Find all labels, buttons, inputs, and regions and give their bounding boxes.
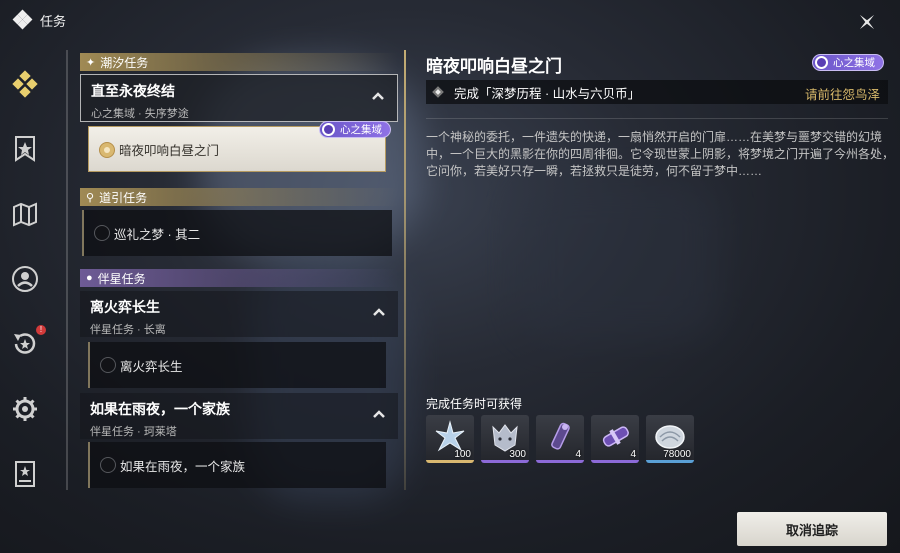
rarity-bar xyxy=(536,460,584,463)
reward-count: 300 xyxy=(509,449,526,460)
reward-item[interactable]: 78000 xyxy=(646,415,694,463)
reward-count: 100 xyxy=(454,449,471,460)
task-label: 巡礼之梦 · 其二 xyxy=(114,227,201,242)
region-tag: 心之集域 xyxy=(319,121,391,138)
objective-diamond-icon xyxy=(432,86,444,98)
sidebar-item-main-story[interactable] xyxy=(6,130,44,168)
sidebar-item-daily[interactable]: ! xyxy=(6,325,46,363)
sparkle-icon: ✦ xyxy=(86,56,96,69)
swirl-icon xyxy=(322,123,335,136)
cancel-tracking-button[interactable]: 取消追踪 xyxy=(737,512,887,546)
quest-group-li-huo[interactable]: 离火弈长生 伴星任务 · 长离 xyxy=(80,291,398,337)
sidebar-item-map[interactable] xyxy=(6,195,44,233)
group-title: 如果在雨夜，一个家族 xyxy=(90,401,230,417)
tube-material-icon xyxy=(551,422,570,450)
chevron-up-icon[interactable] xyxy=(372,407,386,421)
group-subtitle: 心之集域 · 失序梦途 xyxy=(91,108,189,120)
objective-row[interactable]: 完成「深梦历程 · 山水与六贝币」 请前往怨鸟泽 xyxy=(426,80,888,104)
task-item-selected[interactable]: 暗夜叩响白昼之门 心之集域 xyxy=(88,121,391,172)
group-subtitle: 伴星任务 · 珂莱塔 xyxy=(90,426,177,438)
rarity-bar xyxy=(591,460,639,463)
detail-description: 一个神秘的委托，一件遗失的快递，一扇悄然开启的门扉……在美梦与噩梦交错的幻境中，… xyxy=(426,130,895,178)
task-label: 如果在雨夜，一个家族 xyxy=(120,459,246,474)
close-button[interactable] xyxy=(854,9,880,35)
reward-item[interactable]: 4 xyxy=(591,415,639,463)
reward-item[interactable]: 300 xyxy=(481,415,529,463)
task-label: 离火弈长生 xyxy=(120,359,183,374)
gear-icon xyxy=(13,397,37,421)
quest-diamond-icon xyxy=(12,70,38,98)
quest-group-rainy-night[interactable]: 如果在雨夜，一个家族 伴星任务 · 珂莱塔 xyxy=(80,393,398,439)
task-status-icon xyxy=(100,457,116,473)
top-header: 任务 xyxy=(0,0,200,40)
person-circle-icon xyxy=(12,266,38,292)
task-status-icon xyxy=(94,225,110,241)
detail-separator xyxy=(426,118,888,119)
sidebar-item-quests[interactable] xyxy=(6,65,44,103)
sidebar-item-settings[interactable] xyxy=(6,390,44,428)
detail-divider xyxy=(404,50,406,490)
objective-text: 完成「深梦历程 · 山水与六贝币」 xyxy=(454,86,641,101)
page-title: 任务 xyxy=(40,13,67,29)
sidebar-nav: ! xyxy=(0,45,50,553)
close-icon xyxy=(859,14,875,30)
quest-logo-icon xyxy=(12,9,33,30)
task-status-icon xyxy=(100,357,116,373)
rewards-label: 完成任务时可获得 xyxy=(426,397,523,411)
category-guide-header: ⚲ 道引任务 xyxy=(80,188,398,206)
region-tag-label: 心之集域 xyxy=(340,124,382,136)
reward-item[interactable]: 4 xyxy=(536,415,584,463)
reward-item[interactable]: 100 xyxy=(426,415,474,463)
task-list-panel: ✦ 潮汐任务 直至永夜终结 心之集域 · 失序梦途 暗夜叩响白昼之门 心之集域 … xyxy=(66,50,399,550)
task-label: 暗夜叩响白昼之门 xyxy=(119,143,220,158)
detail-region-tag: 心之集域 xyxy=(812,54,884,71)
location-pin-icon: ⚲ xyxy=(86,191,95,204)
rewards-list: 100 300 4 4 78000 xyxy=(426,415,694,465)
reward-count: 4 xyxy=(575,449,581,460)
task-item-li-huo[interactable]: 离火弈长生 xyxy=(88,342,386,388)
chevron-up-icon[interactable] xyxy=(372,305,386,319)
sidebar-item-companion[interactable] xyxy=(6,260,44,298)
group-title: 直至永夜终结 xyxy=(91,83,175,99)
task-status-icon xyxy=(99,142,115,158)
task-item-rainy-night[interactable]: 如果在雨夜，一个家族 xyxy=(88,442,386,488)
detail-region-tag-label: 心之集域 xyxy=(833,57,875,69)
refresh-star-icon xyxy=(14,333,36,354)
list-rail xyxy=(66,50,68,490)
book-star-icon xyxy=(15,461,35,487)
group-title: 离火弈长生 xyxy=(90,299,160,315)
reward-count: 4 xyxy=(630,449,636,460)
category-label: 道引任务 xyxy=(99,190,148,205)
rarity-bar xyxy=(481,460,529,463)
swirl-icon xyxy=(815,56,828,69)
quest-group-endless-night[interactable]: 直至永夜终结 心之集域 · 失序梦途 xyxy=(80,74,398,122)
group-subtitle: 伴星任务 · 长离 xyxy=(90,324,166,336)
rarity-bar xyxy=(426,460,474,463)
banner-shield-icon xyxy=(15,136,35,162)
capsule-material-icon xyxy=(602,426,629,447)
category-companion-header: ● 伴星任务 xyxy=(80,269,398,287)
task-item-pilgrimage[interactable]: 巡礼之梦 · 其二 xyxy=(82,210,392,256)
notification-badge: ! xyxy=(36,325,46,335)
detail-title: 暗夜叩响白昼之门 xyxy=(426,57,562,76)
navigate-hint[interactable]: 请前往怨鸟泽 xyxy=(805,84,880,103)
rarity-bar xyxy=(646,460,694,463)
sidebar-item-log[interactable] xyxy=(6,455,44,493)
category-tidal-header: ✦ 潮汐任务 xyxy=(80,53,398,71)
map-icon xyxy=(13,202,37,227)
category-label: 潮汐任务 xyxy=(100,55,149,70)
category-label: 伴星任务 xyxy=(97,271,146,286)
chevron-up-icon[interactable] xyxy=(371,89,385,103)
reward-count: 78000 xyxy=(663,449,691,460)
person-icon: ● xyxy=(86,272,93,284)
task-detail-panel: 暗夜叩响白昼之门 心之集域 完成「深梦历程 · 山水与六贝币」 请前往怨鸟泽 一… xyxy=(404,50,900,553)
